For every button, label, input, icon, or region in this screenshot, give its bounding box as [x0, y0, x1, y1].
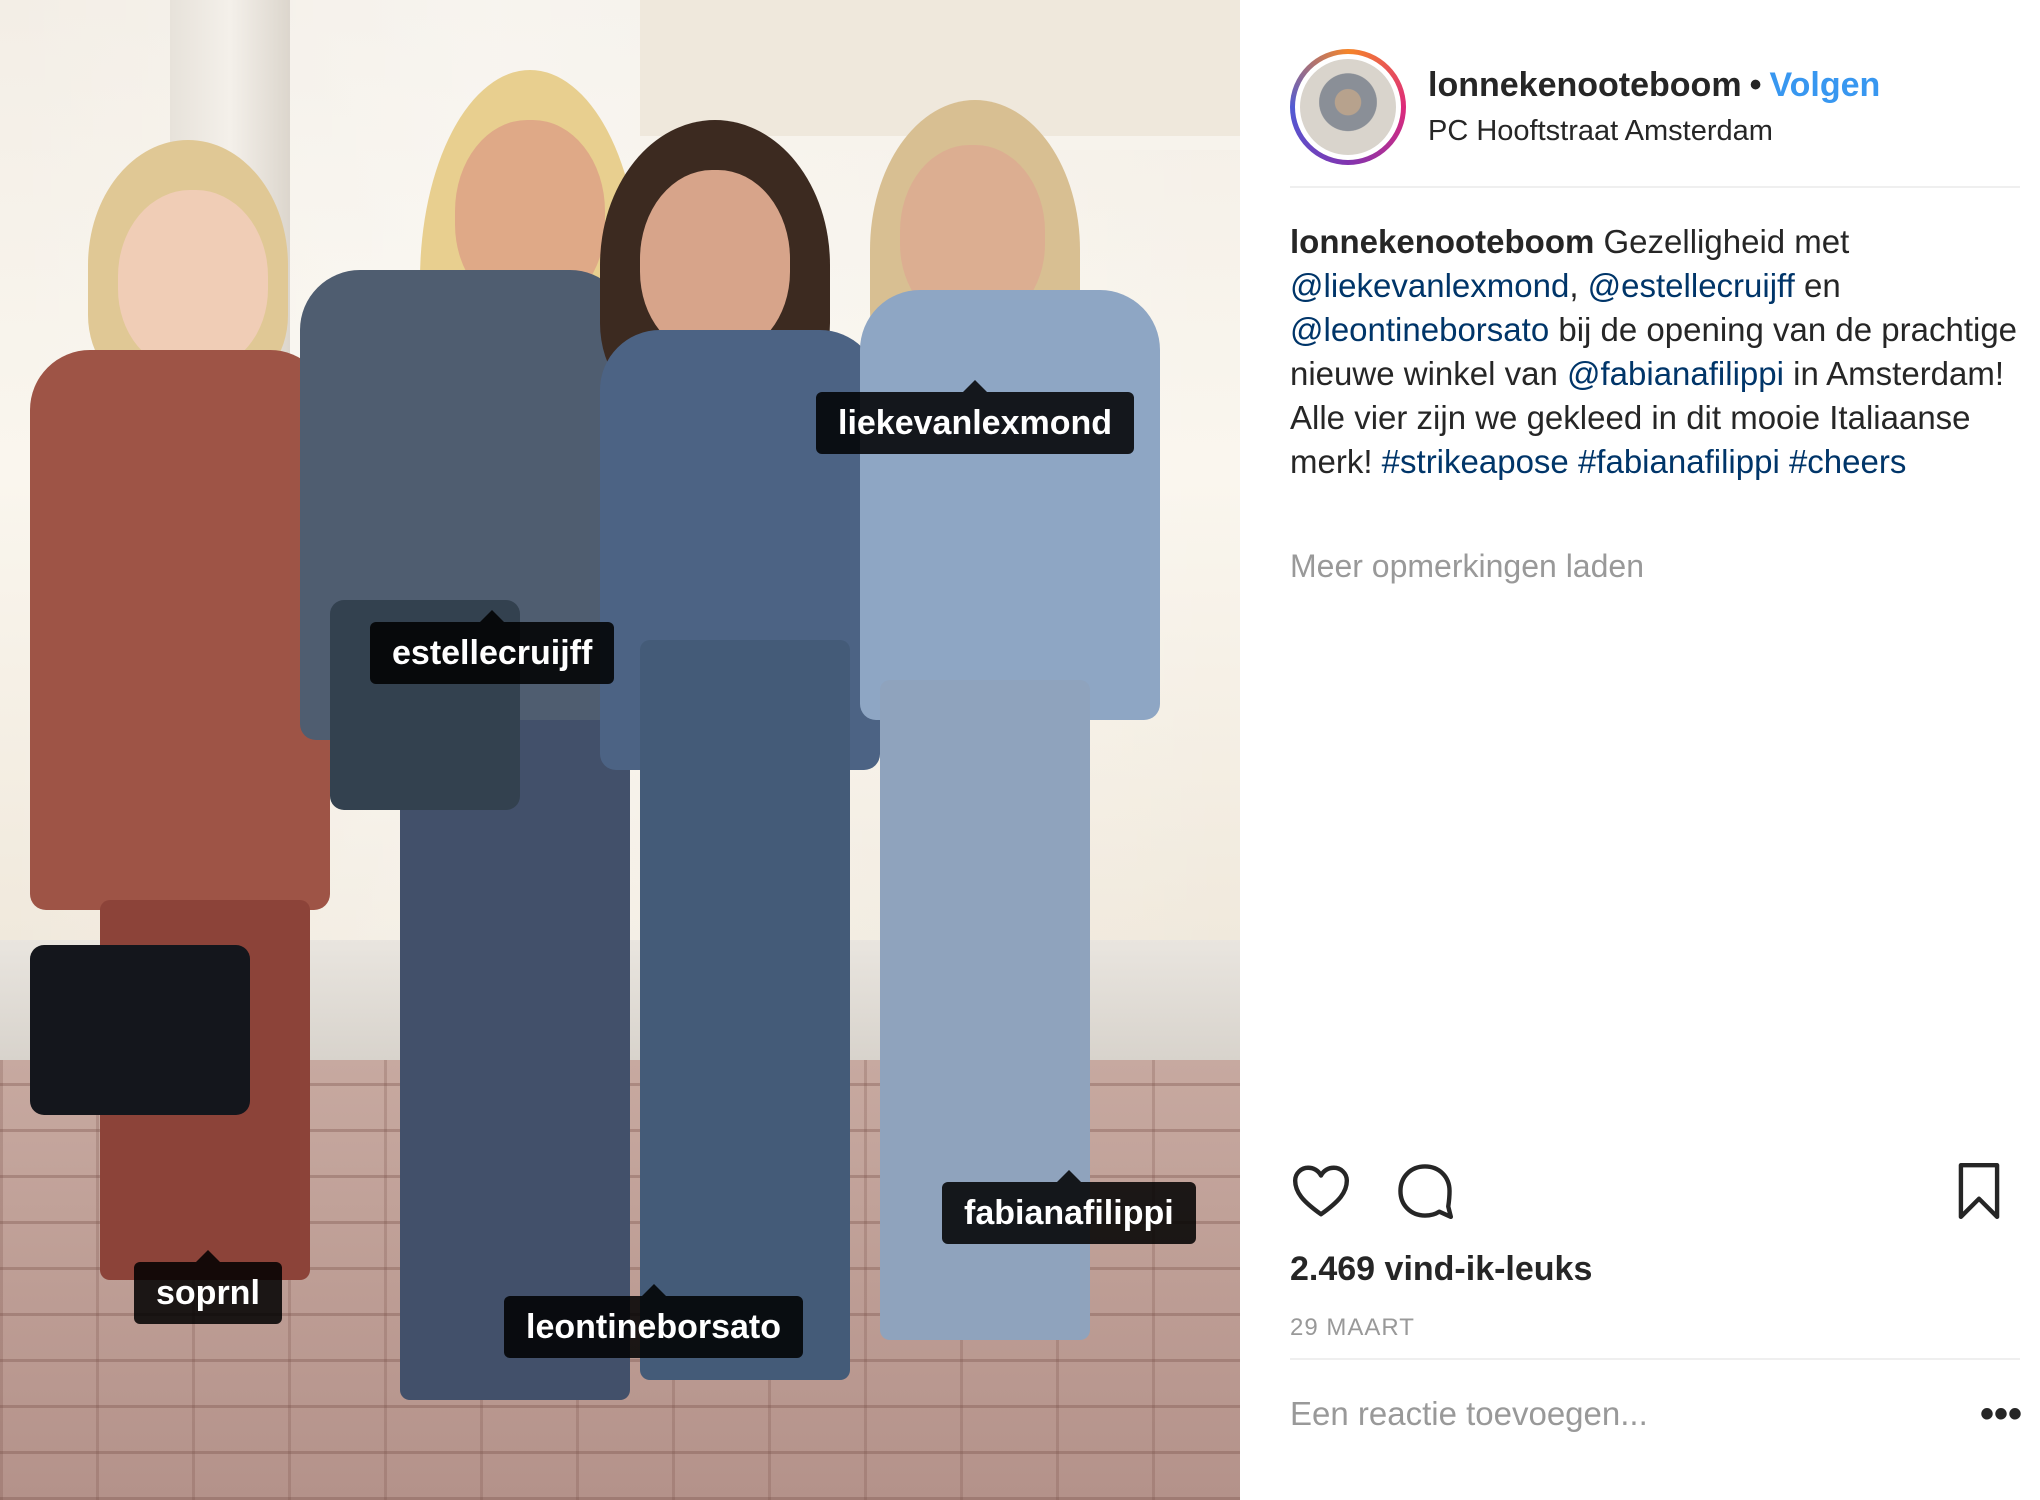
- load-more-comments[interactable]: Meer opmerkingen laden: [1290, 548, 1644, 585]
- story-ring[interactable]: [1290, 49, 1406, 165]
- quilted-handbag: [30, 945, 250, 1115]
- hashtag-link[interactable]: #fabianafilippi: [1578, 443, 1780, 480]
- mention-link[interactable]: @leontineborsato: [1290, 311, 1549, 348]
- more-options-icon[interactable]: •••: [1980, 1394, 2022, 1434]
- post-date: 29 MAART: [1290, 1314, 1415, 1341]
- photo-tag-soprnl[interactable]: soprnl: [134, 1250, 282, 1324]
- follow-button[interactable]: Volgen: [1769, 66, 1880, 104]
- location-link[interactable]: PC Hooftstraat Amsterdam: [1428, 115, 1880, 148]
- avatar: [1295, 54, 1401, 160]
- post-sidebar: lonnekenooteboom • Volgen PC Hooftstraat A…: [1240, 0, 2040, 1500]
- instagram-post: liekevanlexmond estellecruijff fabianafi…: [0, 0, 2040, 1500]
- action-bar: [1290, 1160, 2010, 1240]
- header-text: lonnekenooteboom • Volgen PC Hooftstraat A…: [1428, 66, 1880, 148]
- hashtag-link[interactable]: #cheers: [1789, 443, 1906, 480]
- comment-input[interactable]: [1290, 1395, 1980, 1433]
- hashtag-link[interactable]: #strikeapose: [1382, 443, 1569, 480]
- header-line: lonnekenooteboom • Volgen: [1428, 66, 1880, 105]
- speech-bubble-icon[interactable]: [1394, 1160, 1456, 1222]
- post-photo[interactable]: liekevanlexmond estellecruijff fabianafi…: [0, 0, 1240, 1500]
- likes-count[interactable]: 2.469 vind-ik-leuks: [1290, 1250, 1592, 1289]
- caption-text: en: [1803, 267, 1841, 304]
- photo-tag-leontineborsato[interactable]: leontineborsato: [504, 1284, 804, 1358]
- mention-link[interactable]: @liekevanlexmond: [1290, 267, 1569, 304]
- post-caption: lonnekenooteboom Gezelligheid met @lieke…: [1290, 220, 2020, 484]
- bookmark-icon[interactable]: [1948, 1160, 2010, 1222]
- mention-link[interactable]: @estellecruijff: [1588, 267, 1795, 304]
- photo-tag-liekevanlexmond[interactable]: liekevanlexmond: [816, 380, 1135, 454]
- heart-icon[interactable]: [1290, 1160, 1352, 1222]
- caption-text: Gezelligheid met: [1603, 223, 1850, 260]
- mention-link[interactable]: @fabianafilippi: [1567, 355, 1784, 392]
- photo-tag-fabianafilippi[interactable]: fabianafilippi: [942, 1170, 1196, 1244]
- post-header: lonnekenooteboom • Volgen PC Hooftstraat A…: [1290, 28, 2020, 188]
- caption-text: ,: [1569, 267, 1579, 304]
- comment-bar: •••: [1290, 1358, 2022, 1468]
- photo-tag-estellecruijff[interactable]: estellecruijff: [370, 610, 615, 684]
- author-username[interactable]: lonnekenooteboom: [1428, 66, 1742, 104]
- separator-dot: •: [1749, 66, 1762, 104]
- caption-username[interactable]: lonnekenooteboom: [1290, 223, 1594, 260]
